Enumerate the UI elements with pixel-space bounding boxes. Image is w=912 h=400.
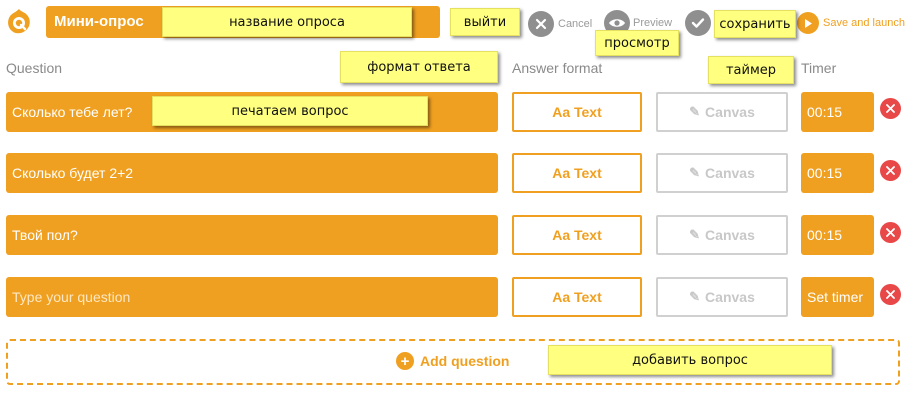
question-text: Сколько тебе лет?	[12, 104, 133, 120]
annotation-type-question: печатаем вопрос	[152, 96, 428, 126]
question-input[interactable]: Type your question	[6, 277, 498, 317]
timer-button[interactable]: 00:15	[801, 92, 874, 132]
format-canvas-button[interactable]: ✎ Canvas	[656, 277, 788, 317]
question-placeholder: Type your question	[12, 289, 131, 305]
timer-button[interactable]: 00:15	[801, 215, 874, 255]
format-canvas-label: Canvas	[705, 165, 755, 181]
format-text-label: Aa Text	[552, 289, 602, 305]
timer-value: Set timer	[807, 289, 864, 305]
save-and-launch-button[interactable]: Save and launch	[797, 9, 905, 37]
question-input[interactable]: Твой пол?	[6, 215, 498, 255]
save-button[interactable]	[685, 9, 711, 37]
timer-value: 00:15	[807, 227, 843, 243]
format-text-label: Aa Text	[552, 227, 602, 243]
format-canvas-label: Canvas	[705, 289, 755, 305]
delete-question-button[interactable]	[880, 284, 901, 305]
question-text: Сколько будет 2+2	[12, 165, 134, 181]
format-text-button[interactable]: Aa Text	[512, 153, 642, 193]
add-question-label: Add question	[420, 353, 510, 369]
pen-icon: ✎	[689, 227, 701, 242]
save-and-launch-label: Save and launch	[823, 17, 905, 29]
checkmark-circle-icon	[685, 10, 711, 36]
close-circle-icon	[528, 11, 554, 37]
annotation-preview: просмотр	[595, 30, 679, 56]
format-canvas-button[interactable]: ✎ Canvas	[656, 215, 788, 255]
close-icon	[886, 228, 895, 237]
play-circle-icon	[797, 12, 819, 34]
delete-question-button[interactable]	[880, 98, 901, 119]
annotation-quiz-name: название опроса	[162, 7, 412, 37]
question-input[interactable]: Сколько будет 2+2	[6, 153, 498, 193]
column-header-answer-format: Answer format	[512, 60, 603, 76]
format-canvas-button[interactable]: ✎ Canvas	[656, 92, 788, 132]
plus-circle-icon: +	[396, 352, 414, 370]
annotation-timer: таймер	[708, 56, 794, 84]
format-text-button[interactable]: Aa Text	[512, 92, 642, 132]
cancel-label: Cancel	[558, 18, 593, 30]
annotation-save: сохранить	[714, 10, 796, 38]
timer-button[interactable]: 00:15	[801, 153, 874, 193]
format-canvas-button[interactable]: ✎ Canvas	[656, 153, 788, 193]
preview-label: Preview	[633, 17, 673, 29]
cancel-button[interactable]: Cancel	[528, 10, 592, 38]
format-text-button[interactable]: Aa Text	[512, 277, 642, 317]
timer-value: 00:15	[807, 104, 843, 120]
pen-icon: ✎	[689, 104, 701, 119]
pen-icon: ✎	[689, 165, 701, 180]
delete-question-button[interactable]	[880, 160, 901, 181]
close-icon	[886, 104, 895, 113]
annotation-add-question: добавить вопрос	[548, 345, 832, 375]
column-header-question: Question	[6, 60, 63, 76]
format-canvas-label: Canvas	[705, 227, 755, 243]
question-text: Твой пол?	[12, 227, 78, 243]
format-text-button[interactable]: Aa Text	[512, 215, 642, 255]
format-canvas-label: Canvas	[705, 104, 755, 120]
timer-value: 00:15	[807, 165, 843, 181]
pen-icon: ✎	[689, 289, 701, 304]
format-text-label: Aa Text	[552, 104, 602, 120]
set-timer-button[interactable]: Set timer	[801, 277, 874, 317]
quiz-title-text: Мини-опрос	[54, 13, 144, 30]
add-question-button[interactable]: + Add question	[396, 352, 509, 370]
quiz-logo-icon[interactable]	[6, 8, 32, 34]
format-text-label: Aa Text	[552, 165, 602, 181]
close-icon	[886, 166, 895, 175]
close-icon	[886, 290, 895, 299]
annotation-answer-format: формат ответа	[340, 51, 498, 83]
column-header-timer: Timer	[801, 60, 837, 76]
annotation-exit: выйти	[450, 8, 520, 36]
delete-question-button[interactable]	[880, 222, 901, 243]
